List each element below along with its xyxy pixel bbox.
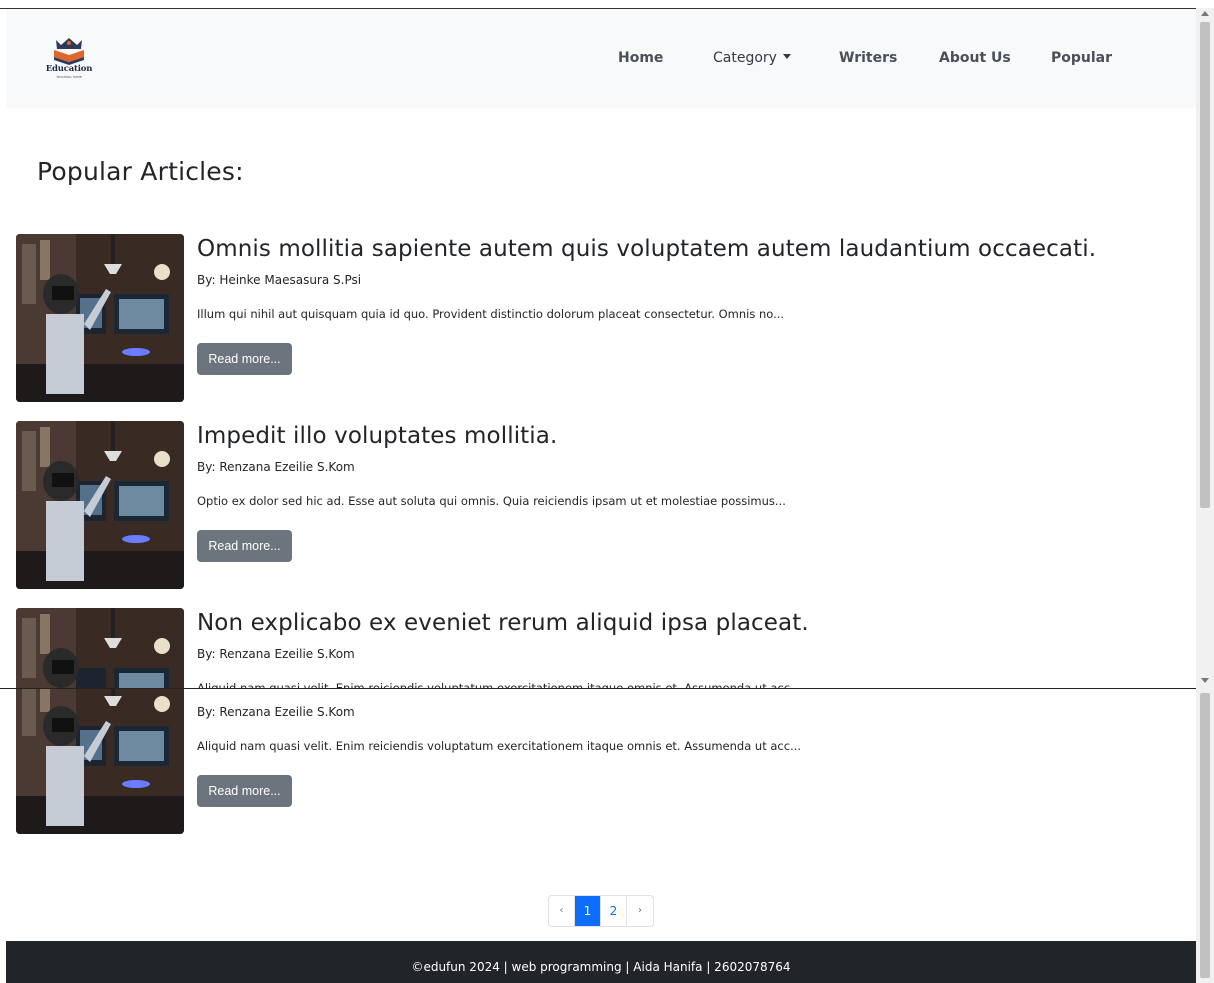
footer: ©edufun 2024 | web programming | Aida Ha… [6,941,1196,983]
scrollbar-thumb[interactable] [1200,22,1210,508]
nav-category-dropdown[interactable]: Category [713,50,791,66]
pagination-page-2[interactable]: 2 [601,896,627,926]
article-thumbnail[interactable] [16,421,184,589]
scrollbar[interactable] [1196,8,1214,983]
scroll-down-arrow-icon[interactable] [1201,678,1209,683]
article-author: By: Renzana Ezeilie S.Kom [197,460,355,474]
article-excerpt: Aliquid nam quasi velit. Enim reiciendis… [197,681,802,688]
article-author: By: Renzana Ezeilie S.Kom [197,647,355,661]
nav-writers[interactable]: Writers [839,50,897,66]
article-title[interactable]: Non explicabo ex eveniet rerum aliquid i… [197,610,809,636]
pagination-page-1[interactable]: 1 [575,896,601,926]
nav-about-us[interactable]: About Us [939,50,1011,66]
page-title: Popular Articles: [37,157,244,186]
article-author: By: Renzana Ezeilie S.Kom [197,705,355,719]
pagination-prev[interactable]: ‹ [549,896,575,926]
article-thumbnail[interactable] [16,234,184,402]
article-image [16,234,184,402]
pagination: ‹ 1 2 › [548,895,654,927]
article-thumbnail[interactable] [16,608,184,688]
read-more-button[interactable]: Read more... [197,530,292,562]
article-title[interactable]: Impedit illo voluptates mollitia. [197,423,557,449]
read-more-button[interactable]: Read more... [197,775,292,807]
article-excerpt: Optio ex dolor sed hic ad. Esse aut solu… [197,494,786,508]
pagination-next[interactable]: › [627,896,653,926]
article-excerpt: Aliquid nam quasi velit. Enim reiciendis… [197,739,802,753]
article-author: By: Heinke Maesasura S.Psi [197,273,362,287]
read-more-button[interactable]: Read more... [197,343,292,375]
nav-home[interactable]: Home [618,50,663,66]
viewport-upper-clip: Non explicabo ex eveniet rerum aliquid i… [0,600,1196,688]
nav-category-label: Category [713,50,777,66]
article-thumbnail[interactable] [16,689,184,834]
article-image [16,421,184,589]
scrollbar-thumb-lower[interactable] [1200,693,1210,978]
article-image [16,689,184,834]
article-title[interactable]: Omnis mollitia sapiente autem quis volup… [197,236,1096,262]
caret-down-icon [782,54,791,59]
navbar: Education TEACHING HOME Home Category Wr… [6,9,1196,108]
nav-popular[interactable]: Popular [1051,50,1112,66]
article-image [16,608,184,688]
nav-links: Home Category Writers About Us Popular [6,9,1196,108]
article-excerpt: Illum qui nihil aut quisquam quia id quo… [197,307,785,321]
scroll-up-arrow-icon[interactable] [1201,11,1209,16]
